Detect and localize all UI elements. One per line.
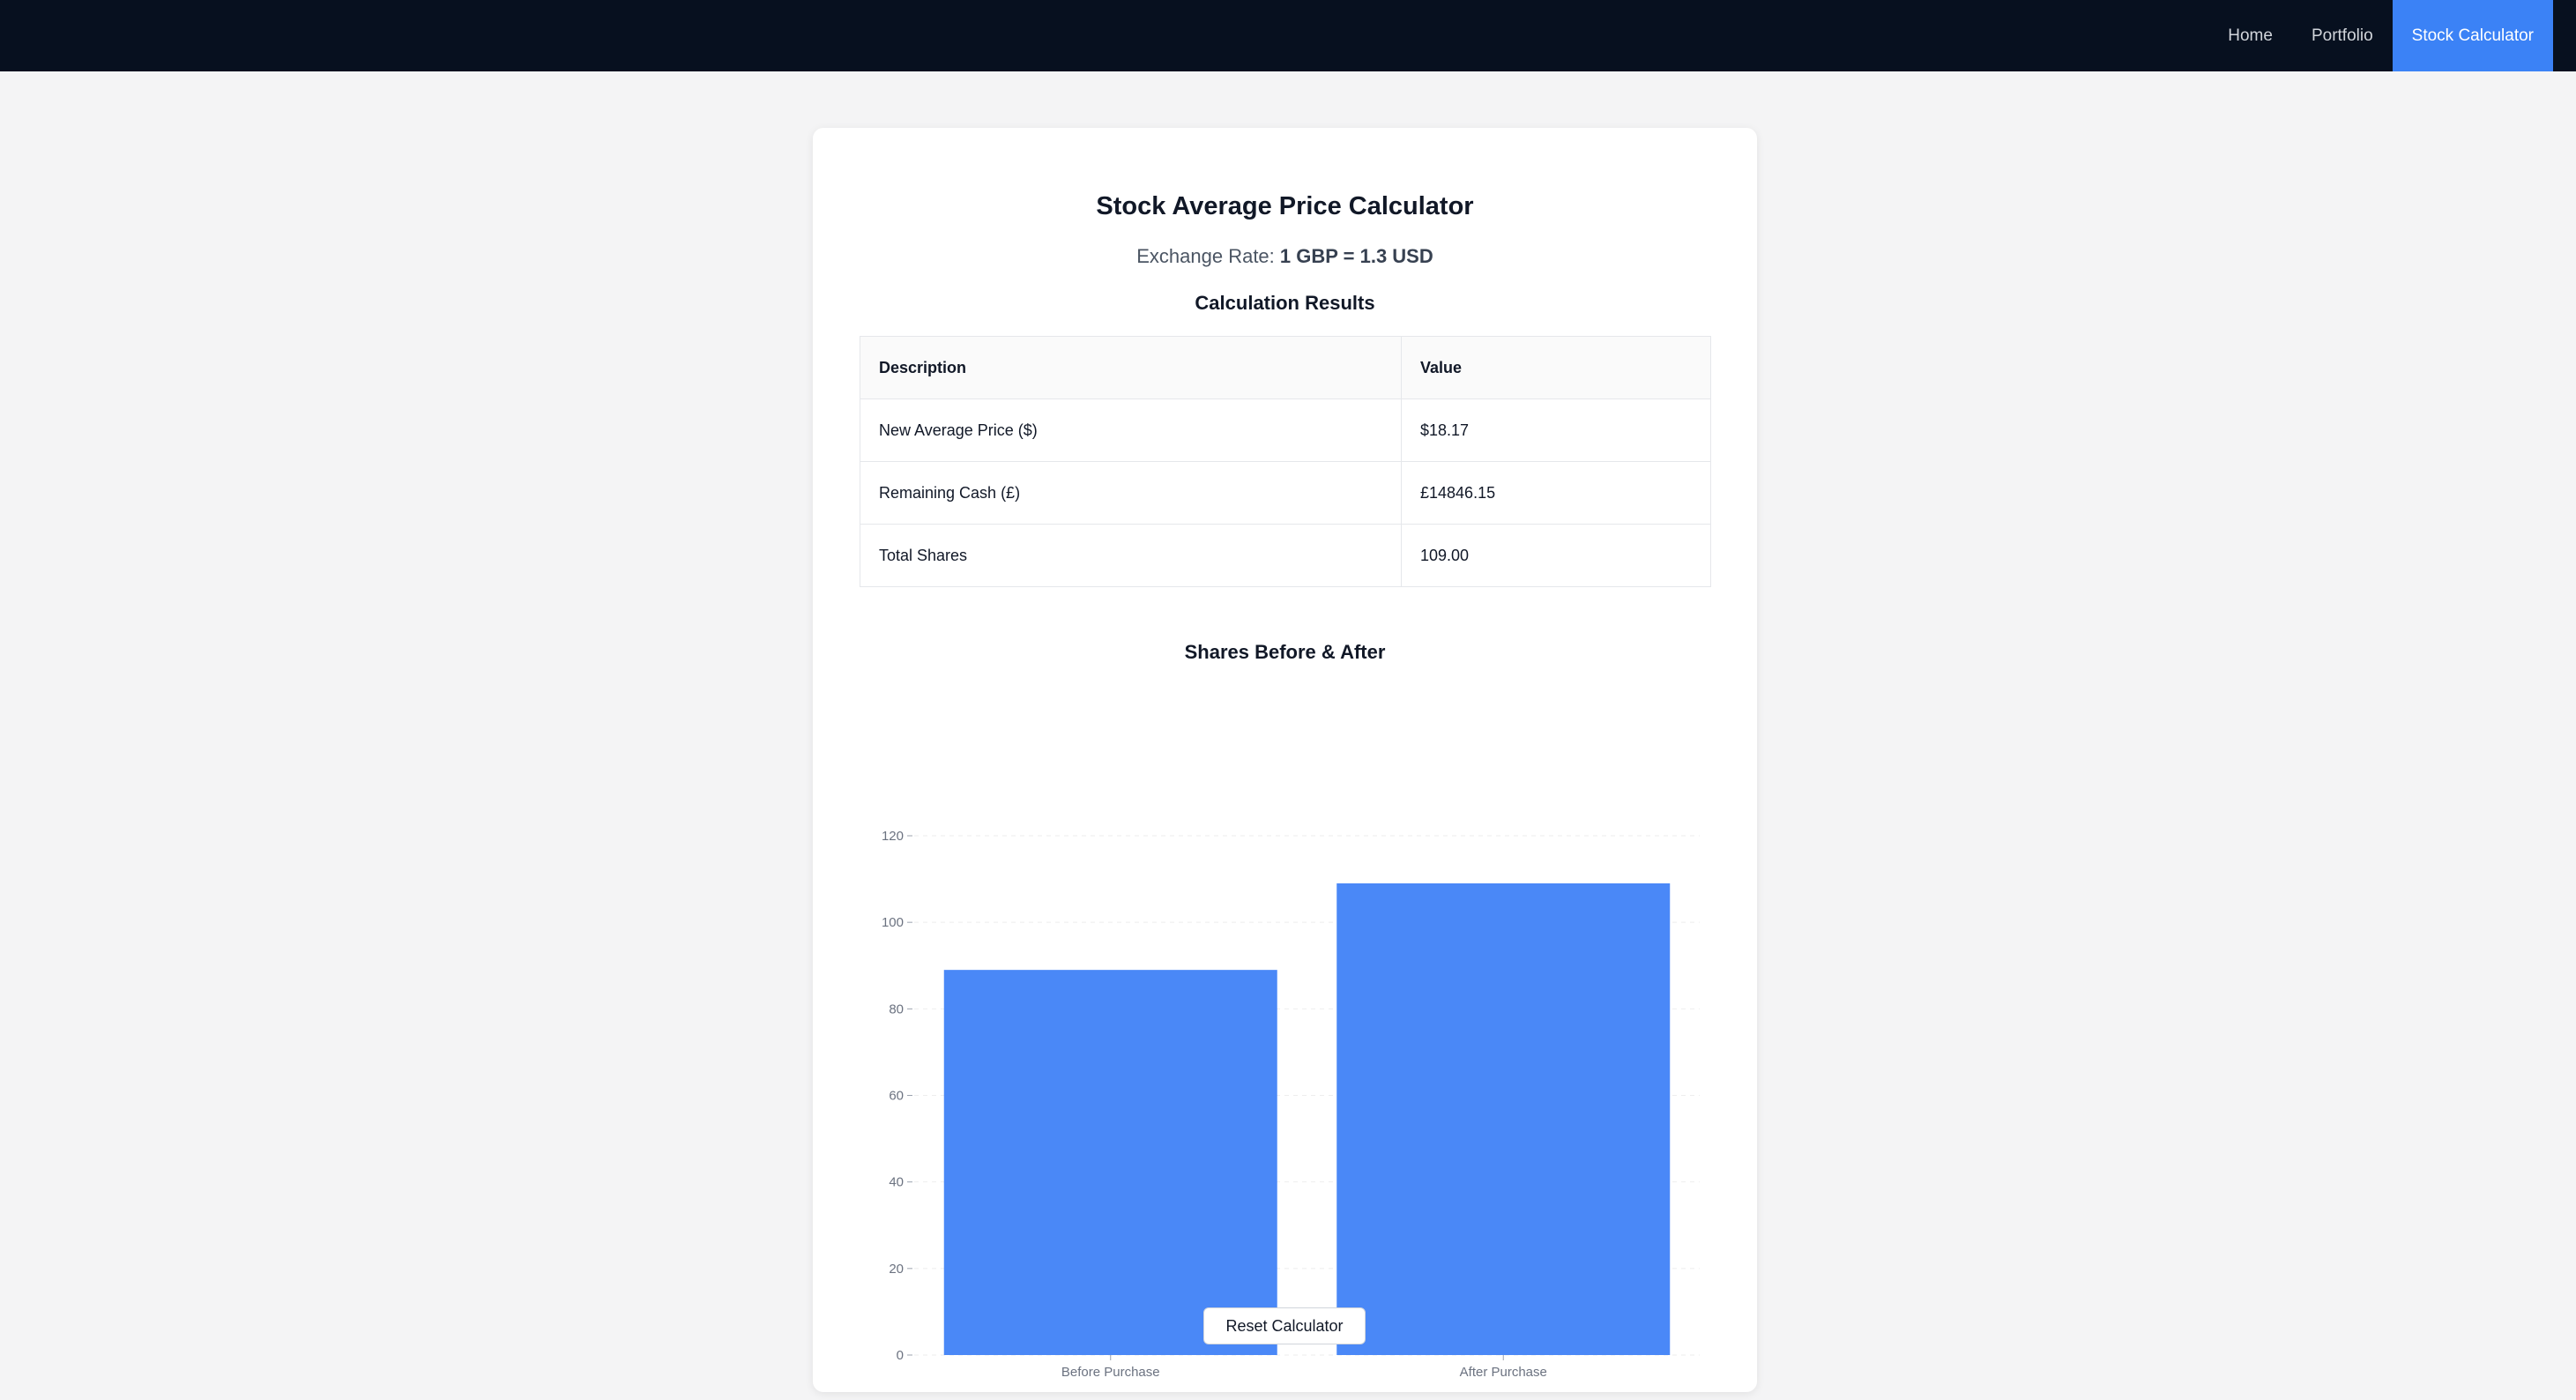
exchange-rate-label: Exchange Rate:	[1136, 245, 1280, 267]
y-tick-label: 40	[889, 1175, 904, 1190]
page-title: Stock Average Price Calculator	[1096, 192, 1474, 220]
y-tick-label: 120	[882, 829, 904, 844]
y-tick-label: 20	[889, 1262, 904, 1277]
bar-before-purchase[interactable]	[943, 970, 1277, 1355]
table-cell-description: Remaining Cash (£)	[860, 461, 1402, 525]
table-header-row: Description Value	[860, 336, 1711, 399]
table-row: Remaining Cash (£) £14846.15	[860, 461, 1711, 525]
bar-after-purchase[interactable]	[1336, 882, 1671, 1355]
y-tick-label: 60	[889, 1089, 904, 1104]
table-cell-description: Total Shares	[860, 524, 1402, 587]
results-table: Description Value New Average Price ($) …	[860, 336, 1711, 587]
y-tick-label: 80	[889, 1002, 904, 1016]
nav-links: Home Portfolio Stock Calculator	[2208, 0, 2553, 71]
nav-home-link[interactable]: Home	[2208, 0, 2292, 71]
chart-title: Shares Before & After	[1184, 641, 1386, 663]
nav-portfolio-link[interactable]: Portfolio	[2292, 0, 2393, 71]
x-tick-label: Before Purchase	[1061, 1365, 1160, 1380]
nav-stock-calculator-link[interactable]: Stock Calculator	[2392, 0, 2553, 71]
table-row: Total Shares 109.00	[860, 524, 1711, 587]
table-cell-value: £14846.15	[1401, 461, 1711, 525]
table-cell-value: 109.00	[1401, 524, 1711, 587]
table-header-description: Description	[860, 336, 1402, 399]
shares-bar-chart: 0 20 40 60 80 100 120 Before Purchase After Purc…	[882, 829, 1700, 1380]
table-cell-value: $18.17	[1401, 398, 1711, 462]
results-heading: Calculation Results	[1195, 292, 1375, 314]
reset-calculator-button[interactable]: Reset Calculator	[1203, 1307, 1366, 1344]
calculator-card: Stock Average Price Calculator Exchange …	[813, 128, 1757, 1392]
table-cell-description: New Average Price ($)	[860, 398, 1402, 462]
y-tick-label: 0	[897, 1348, 904, 1363]
exchange-rate: Exchange Rate: 1 GBP = 1.3 USD	[813, 245, 1757, 268]
table-header-value: Value	[1401, 336, 1711, 399]
table-row: New Average Price ($) $18.17	[860, 398, 1711, 462]
exchange-rate-value: 1 GBP = 1.3 USD	[1279, 245, 1433, 267]
x-tick-label: After Purchase	[1460, 1365, 1547, 1380]
top-navbar: Home Portfolio Stock Calculator	[0, 0, 2576, 71]
y-tick-label: 100	[882, 915, 904, 930]
